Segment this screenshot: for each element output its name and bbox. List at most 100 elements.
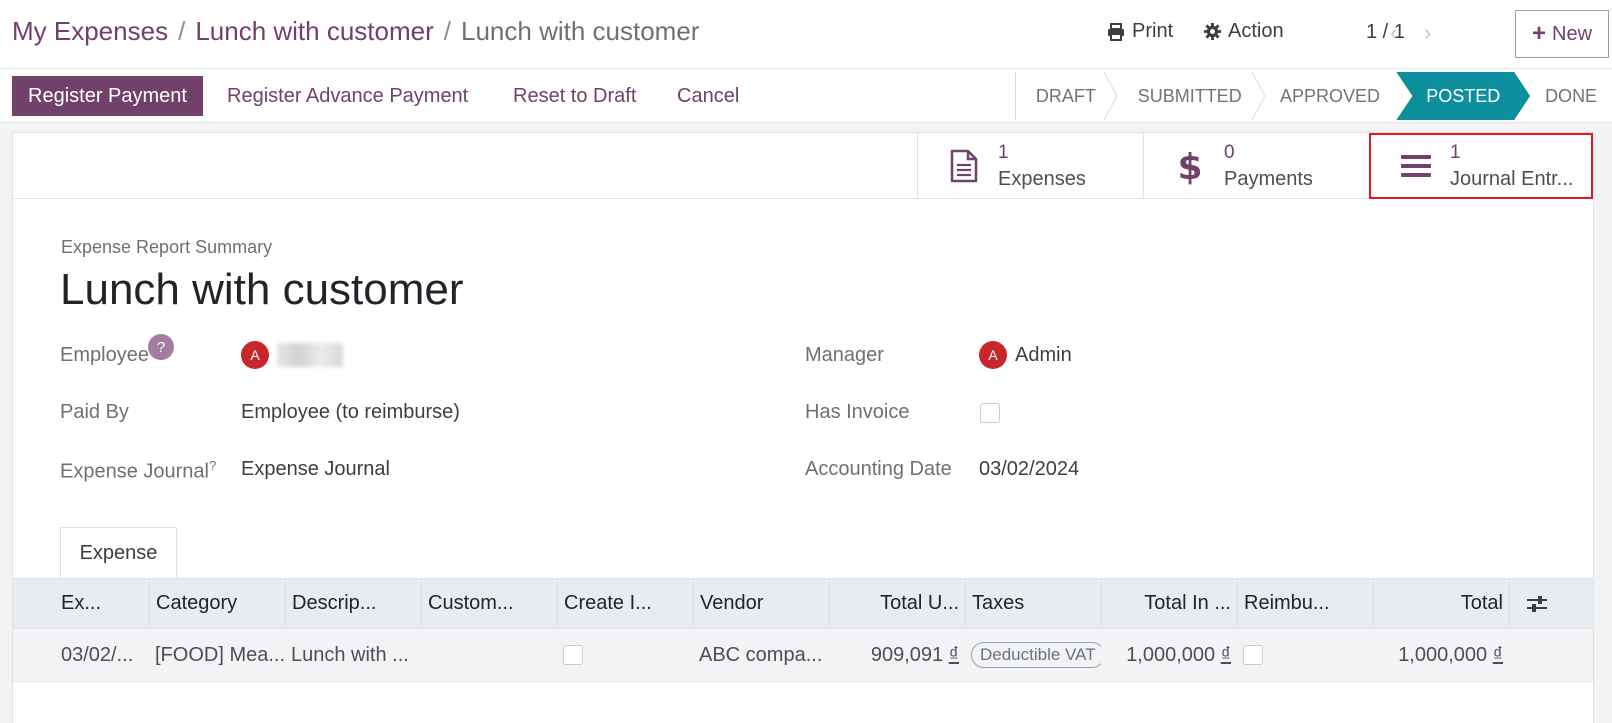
expenses-smart-button[interactable]: 1 Expenses [917, 133, 1143, 199]
employee-label: Employee [60, 344, 149, 366]
cell-category[interactable]: [FOOD] Mea... [149, 629, 285, 681]
expense-journal-help-icon[interactable]: ? [209, 458, 216, 473]
column-header-total[interactable]: Total [1373, 579, 1509, 628]
cell-total-incl[interactable]: 1,000,000 ₫ [1101, 629, 1237, 681]
pager-previous-icon[interactable]: ‹ [1390, 20, 1397, 46]
column-header-customer[interactable]: Custom... [421, 579, 557, 628]
cell-taxes[interactable]: Deductible VAT [965, 629, 1101, 681]
status-bar: Register Payment Register Advance Paymen… [0, 69, 1612, 123]
avatar: A [241, 341, 269, 369]
plus-icon: + [1531, 20, 1546, 47]
print-button[interactable]: Print [1106, 20, 1173, 43]
summary-label: Expense Report Summary [61, 237, 273, 257]
printer-icon [1108, 22, 1124, 41]
dollar-icon: $ [1168, 146, 1212, 186]
payments-label: Payments [1224, 168, 1313, 190]
cell-total-untaxed[interactable]: 909,091 ₫ [829, 629, 965, 681]
manager-name: Admin [1015, 343, 1072, 366]
expense-lines-table: Ex... Category Descrip... Custom... Crea… [13, 578, 1593, 682]
cell-description[interactable]: Lunch with ... [285, 629, 421, 681]
total-untaxed-value: 909,091 [870, 643, 944, 666]
stage-done[interactable]: DONE [1530, 72, 1612, 120]
avatar: A [979, 341, 1007, 369]
svg-text:$: $ [1177, 147, 1202, 186]
register-payment-button[interactable]: Register Payment [12, 76, 203, 116]
form-sheet: 1 Expenses $ 0 Payments 1 Journal Entr..… [12, 132, 1594, 723]
paid-by-field[interactable]: Employee (to reimburse) [241, 401, 460, 424]
breadcrumb: My Expenses / Lunch with customer / Lunch wi… [12, 16, 699, 47]
control-panel: My Expenses / Lunch with customer / Lunch wi… [0, 0, 1612, 69]
new-button[interactable]: + New [1515, 10, 1609, 58]
column-header-reimbursed[interactable]: Reimbu... [1237, 579, 1373, 628]
column-header-total-incl[interactable]: Total In ... [1101, 579, 1237, 628]
print-label: Print [1132, 20, 1174, 42]
tab-expense[interactable]: Expense [60, 527, 177, 579]
reset-to-draft-button[interactable]: Reset to Draft [513, 76, 636, 116]
payments-count: 0 [1224, 142, 1235, 163]
has-invoice-label: Has Invoice [805, 401, 910, 423]
column-header-taxes[interactable]: Taxes [965, 579, 1101, 628]
stage-posted[interactable]: POSTED [1396, 72, 1530, 120]
breadcrumb-report[interactable]: Lunch with customer [195, 16, 433, 46]
sliders-icon [1526, 595, 1547, 612]
column-header-date[interactable]: Ex... [55, 579, 149, 628]
manager-label: Manager [805, 344, 884, 366]
stage-pipeline: DRAFT SUBMITTED APPROVED POSTED DONE [1015, 72, 1612, 120]
cell-date[interactable]: 03/02/... [55, 629, 149, 681]
employee-field[interactable]: A [241, 341, 343, 369]
breadcrumb-separator: / [443, 16, 451, 46]
accounting-date-field[interactable]: 03/02/2024 [979, 458, 1079, 481]
total-value: 1,000,000 [1398, 643, 1488, 666]
breadcrumb-separator: / [178, 16, 186, 46]
optional-columns-button[interactable] [1509, 579, 1563, 628]
stage-label: APPROVED [1279, 85, 1380, 106]
journal-entries-label: Journal Entr... [1450, 168, 1574, 190]
expenses-label: Expenses [998, 168, 1086, 190]
employee-name-redacted [277, 343, 343, 367]
employee-help-icon[interactable]: ? [148, 334, 174, 360]
journal-entries-count: 1 [1450, 142, 1461, 163]
smart-button-bar: 1 Expenses $ 0 Payments 1 Journal Entr..… [13, 133, 1593, 199]
column-header-description[interactable]: Descrip... [285, 579, 421, 628]
action-button[interactable]: Action [1203, 20, 1284, 43]
register-advance-payment-button[interactable]: Register Advance Payment [227, 76, 468, 116]
bars-icon [1394, 152, 1438, 180]
expense-journal-label: Expense Journal? [60, 458, 216, 484]
stage-approved[interactable]: APPROVED [1264, 72, 1397, 120]
breadcrumb-current: Lunch with customer [461, 16, 700, 46]
cell-total[interactable]: 1,000,000 ₫ [1373, 629, 1509, 681]
report-title[interactable]: Lunch with customer [60, 265, 464, 315]
accounting-date-label: Accounting Date [805, 458, 952, 480]
create-invoice-checkbox[interactable] [563, 645, 583, 665]
expense-journal-field[interactable]: Expense Journal [241, 458, 390, 481]
column-header-category[interactable]: Category [149, 579, 285, 628]
cancel-button[interactable]: Cancel [677, 76, 739, 116]
cell-vendor[interactable]: ABC compa... [693, 629, 829, 681]
breadcrumb-my-expenses[interactable]: My Expenses [12, 16, 168, 46]
tax-tag: Deductible VAT [971, 642, 1101, 668]
reimbursed-checkbox[interactable] [1243, 645, 1263, 665]
pager-next-icon[interactable]: › [1424, 20, 1431, 46]
stage-submitted[interactable]: SUBMITTED [1116, 72, 1266, 120]
action-label: Action [1228, 20, 1284, 42]
stage-label: SUBMITTED [1137, 85, 1242, 106]
stage-label: DONE [1545, 85, 1598, 106]
has-invoice-checkbox[interactable] [980, 403, 1000, 423]
column-header-total-untaxed[interactable]: Total U... [829, 579, 965, 628]
column-header-create-invoice[interactable]: Create I... [557, 579, 693, 628]
cell-create-invoice [557, 629, 693, 681]
cell-customer[interactable] [421, 629, 557, 681]
paid-by-label: Paid By [60, 401, 129, 423]
column-header-vendor[interactable]: Vendor [693, 579, 829, 628]
table-row[interactable]: 03/02/... [FOOD] Mea... Lunch with ... A… [13, 629, 1593, 682]
journal-entries-smart-button[interactable]: 1 Journal Entr... [1369, 133, 1593, 199]
total-incl-value: 1,000,000 [1126, 643, 1216, 666]
manager-field[interactable]: A Admin [979, 341, 1072, 369]
stage-draft[interactable]: DRAFT [1016, 72, 1118, 120]
gear-icon [1203, 22, 1222, 41]
stage-label: DRAFT [1035, 85, 1096, 106]
payments-smart-button[interactable]: $ 0 Payments [1143, 133, 1369, 199]
currency-symbol: ₫ [1492, 643, 1503, 666]
pager-value[interactable]: 1 / 1 [1366, 21, 1405, 44]
currency-symbol: ₫ [948, 643, 959, 666]
